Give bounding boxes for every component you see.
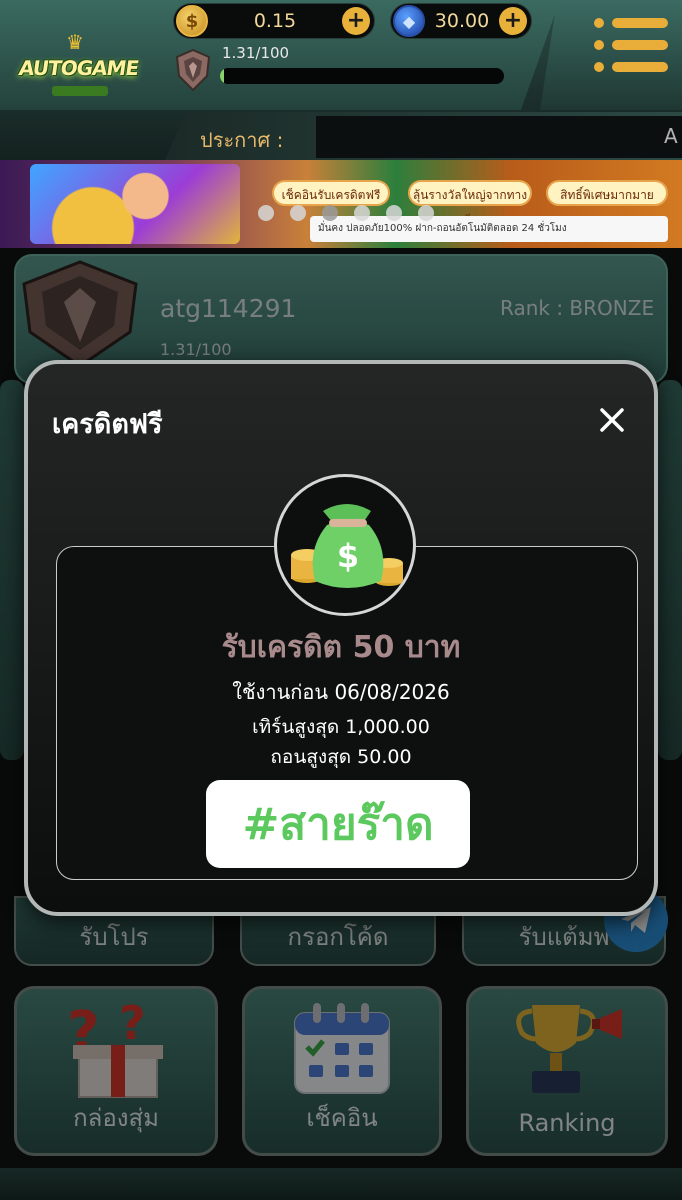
gem-value: 30.00	[434, 10, 490, 32]
crown-icon: ♛	[66, 30, 84, 54]
gem-balance: ◆ 30.00 +	[390, 3, 532, 39]
add-gem-button[interactable]: +	[499, 7, 527, 35]
hashtag-text: #สายร๊าด	[242, 799, 434, 850]
banner-character-image	[30, 164, 240, 244]
announcement-label: ประกาศ :	[200, 128, 284, 152]
free-credit-modal: เครดิตฟรี $ รับเครดิต 50 บาท ใช้งานก่อน …	[24, 360, 658, 916]
banner-page-dot[interactable]	[290, 205, 306, 221]
modal-title: เครดิตฟรี	[52, 409, 163, 440]
rank-shield-icon	[175, 48, 211, 92]
coin-value: 0.15	[253, 10, 297, 32]
banner-page-dot[interactable]	[418, 205, 434, 221]
logo-ribbon	[52, 86, 108, 96]
hamburger-menu-icon[interactable]	[594, 16, 668, 74]
autogame-logo[interactable]: ♛ AUTOGAME	[18, 30, 140, 100]
banner-tag-checkin: เช็คอินรับเครดิตฟรีทุกวัน	[272, 180, 390, 228]
add-coin-button[interactable]: +	[342, 7, 370, 35]
reward-expiry: ใช้งานก่อน 06/08/2026	[232, 680, 450, 704]
reward-max-turnover: เทิร์นสูงสุด 1,000.00	[252, 716, 430, 738]
banner-page-dot[interactable]	[258, 205, 274, 221]
banner-pagination	[258, 205, 434, 221]
hashtag-sticker: #สายร๊าด	[206, 780, 470, 868]
level-progress-bar	[220, 68, 504, 84]
reward-title: รับเครดิต 50 บาท	[221, 630, 461, 665]
announcement-text: A	[664, 124, 678, 148]
banner-page-dot[interactable]	[386, 205, 402, 221]
banner-page-dot[interactable]	[322, 205, 338, 221]
level-progress-text: 1.31/100	[222, 44, 290, 62]
banner-tag-privilege: สิทธิ์พิเศษมากมาย	[546, 180, 668, 206]
svg-text:$: $	[337, 537, 359, 575]
announcement-marquee	[316, 116, 682, 158]
reward-max-withdraw: ถอนสูงสุด 50.00	[270, 746, 412, 768]
banner-page-dot[interactable]	[354, 205, 370, 221]
banner-tag-prize: ลุ้นรางวัลใหญ่จากทางเว็บ	[408, 180, 532, 228]
promo-banner[interactable]: เช็คอินรับเครดิตฟรีทุกวัน ลุ้นรางวัลใหญ่…	[0, 160, 682, 248]
coin-balance: $ 0.15 +	[173, 3, 375, 39]
gem-icon: ◆	[393, 5, 425, 37]
money-bag-icon: $	[274, 474, 416, 616]
logo-text: AUTOGAME	[17, 56, 141, 80]
coin-icon: $	[176, 5, 208, 37]
close-icon[interactable]	[596, 404, 628, 436]
